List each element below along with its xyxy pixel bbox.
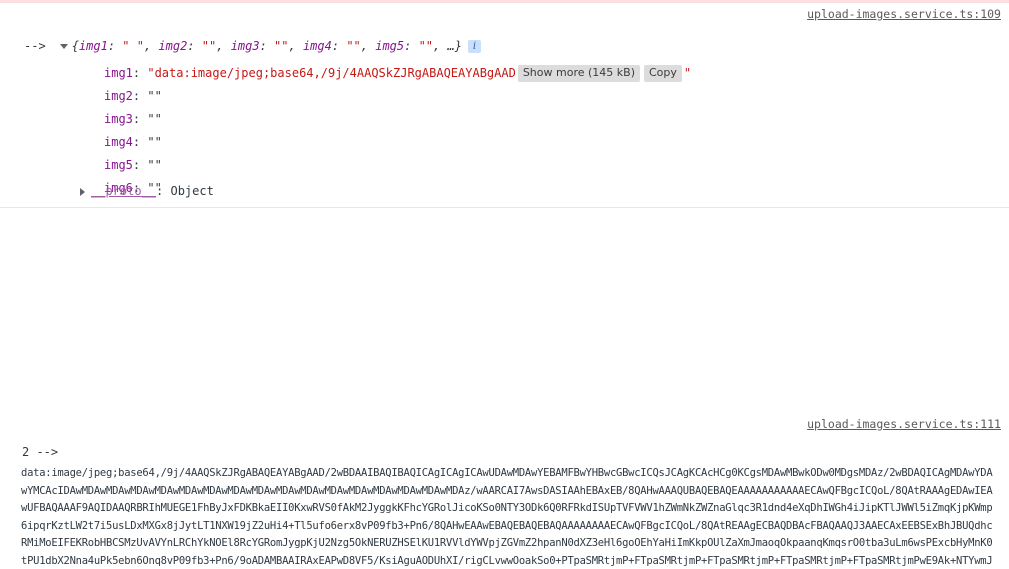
property-row-proto[interactable]: __proto__: Object: [80, 184, 214, 198]
preview-value-img4: "": [346, 39, 361, 53]
log-marker: -->: [24, 39, 46, 53]
devtools-console-panel: upload-images.service.ts:109 --> {img1: "…: [0, 0, 1009, 569]
preview-key-img5: img5: [375, 39, 405, 53]
preview-key-img3: img3: [230, 39, 260, 53]
object-preview[interactable]: {img1: " ", img2: "", img3: "", img4: ""…: [72, 39, 462, 53]
preview-key-img1: img1: [78, 39, 108, 53]
property-name-img4: img4: [104, 135, 133, 149]
preview-key-img2: img2: [158, 39, 188, 53]
property-value-img5: "": [147, 158, 162, 172]
preview-value-img5: "": [418, 39, 434, 53]
property-name-img1: img1: [104, 66, 133, 80]
property-name-img3: img3: [104, 112, 133, 126]
preview-open-brace: {: [71, 39, 79, 53]
object-preview-row: --> {img1: " ", img2: "", img3: "", img4:…: [24, 38, 481, 54]
preview-value-img2: "": [201, 39, 217, 53]
property-name-proto: __proto__: [91, 184, 157, 198]
expand-triangle-icon[interactable]: [59, 44, 68, 49]
property-name-img2: img2: [104, 89, 133, 103]
info-icon[interactable]: i: [467, 40, 481, 53]
console-message-1: upload-images.service.ts:109 --> {img1: "…: [0, 0, 1009, 208]
object-properties-list: img1: "data:image/jpeg;base64,/9j/4AAQSk…: [104, 62, 691, 200]
property-value-img4: "": [147, 135, 162, 149]
proto-separator: :: [156, 184, 171, 198]
property-value-img1-closing-quote: ": [683, 66, 692, 80]
expand-triangle-icon[interactable]: [80, 187, 85, 196]
copy-button[interactable]: Copy: [644, 65, 682, 82]
log-label-2: 2 -->: [22, 445, 59, 459]
property-value-img1: "data:image/jpeg;base64,/9j/4AAQSkZJRgAB…: [147, 66, 516, 80]
property-row-img1: img1: "data:image/jpeg;base64,/9j/4AAQSk…: [104, 65, 692, 82]
preview-value-img1: " ": [122, 39, 144, 53]
message-divider: [0, 207, 1009, 208]
property-value-proto: Object: [170, 184, 214, 198]
preview-key-img4: img4: [302, 39, 332, 53]
property-value-img2: "": [147, 89, 162, 103]
show-more-button[interactable]: Show more (145 kB): [517, 65, 640, 82]
preview-value-img3: "": [274, 39, 289, 53]
source-link-2[interactable]: upload-images.service.ts:111: [807, 417, 1001, 431]
property-value-img3: "": [147, 112, 162, 126]
preview-close-brace: , …}: [433, 39, 462, 53]
property-name-img5: img5: [104, 158, 133, 172]
property-row-img4: img4: "": [104, 135, 162, 149]
property-row-img2: img2: "": [104, 89, 162, 103]
property-row-img5: img5: "": [104, 158, 162, 172]
base64-data-url-text: data:image/jpeg;base64,/9j/4AAQSkZJRgABA…: [21, 467, 993, 567]
source-link-1[interactable]: upload-images.service.ts:109: [807, 7, 1001, 21]
property-row-img3: img3: "": [104, 112, 162, 126]
